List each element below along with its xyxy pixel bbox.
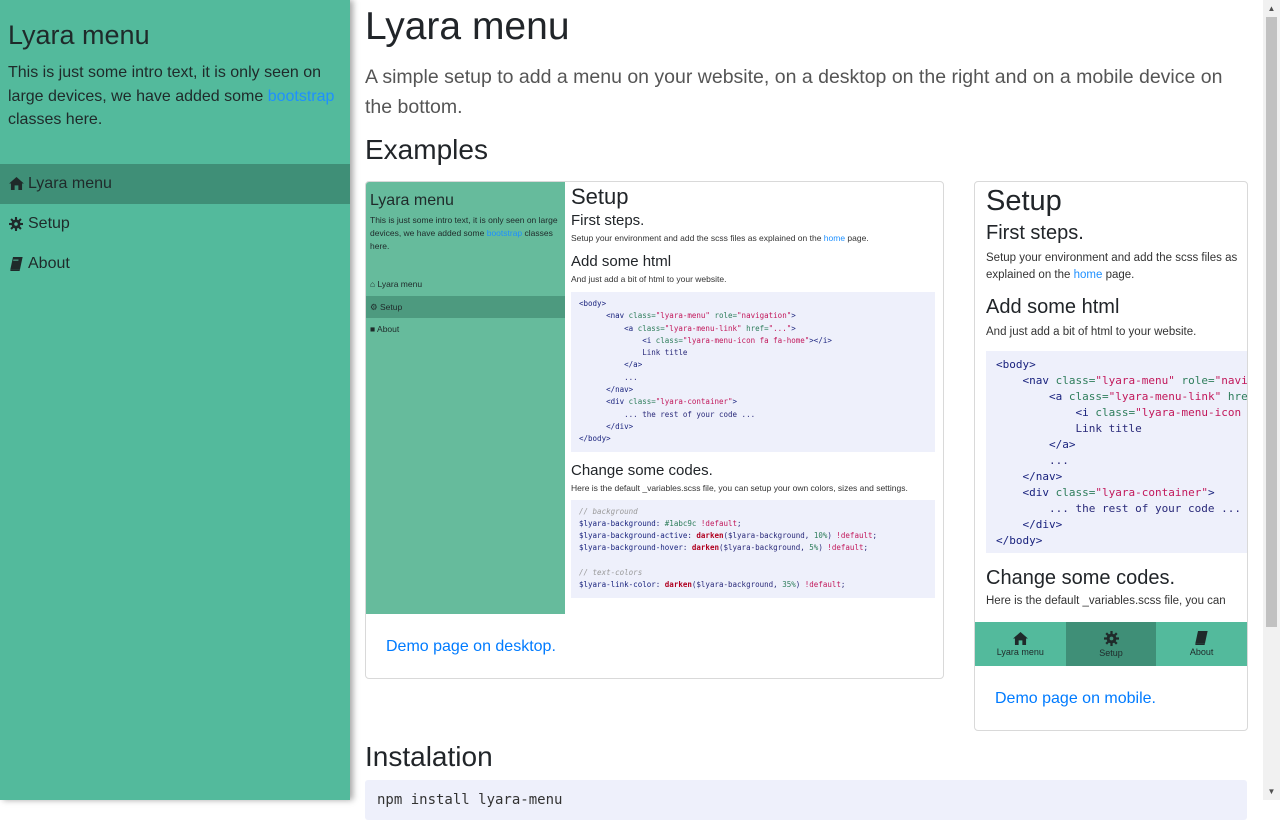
install-command: npm install lyara-menu: [377, 792, 563, 808]
main-content: Lyara menu A simple setup to add a menu …: [365, 0, 1250, 122]
mobile-demo-card: Setup First steps. Setup your environmen…: [974, 181, 1248, 731]
desktop-preview-main: Setup First steps. Setup your environmen…: [565, 182, 943, 614]
mobile-preview-change-codes-text: Here is the default _variables.scss file…: [986, 595, 1226, 607]
sidebar-item-lyara-menu[interactable]: Lyara menu: [0, 163, 350, 204]
desktop-preview-side-intro: This is just some intro text, it is only…: [366, 210, 565, 253]
desktop-preview-code-html: <body> <nav class="lyara-menu" role="nav…: [571, 292, 935, 452]
sidebar: Lyara menu This is just some intro text,…: [0, 0, 350, 800]
desktop-preview-change-codes-text: Here is the default _variables.scss file…: [571, 482, 908, 493]
book-icon: [8, 256, 24, 271]
desktop-preview-text-end: page.: [845, 233, 869, 243]
desktop-preview-nav: ⌂ Lyara menu ⚙ Setup ■ About: [366, 273, 565, 341]
bootstrap-link[interactable]: bootstrap: [268, 88, 335, 105]
desktop-preview-code-scss: // background $lyara-background: #1abc9c…: [571, 499, 935, 598]
mobile-preview-code-html: <body> <nav class="lyara-menu" role="nav…: [986, 351, 1247, 553]
demo-mobile-link[interactable]: Demo page on mobile.: [995, 690, 1156, 708]
sidebar-item-label: Lyara menu: [28, 174, 112, 192]
desktop-preview-side-title: Lyara menu: [370, 192, 454, 209]
mobile-preview-bar-label: Setup: [1099, 647, 1123, 658]
sidebar-intro-text-end: classes here.: [8, 111, 103, 128]
mobile-preview-first-steps: First steps.: [986, 222, 1084, 244]
mobile-preview-change-codes: Change some codes.: [986, 567, 1176, 589]
mobile-preview-bar-label: About: [1189, 647, 1214, 657]
mobile-preview-bottom-bar: Lyara menu Setup About: [975, 622, 1247, 666]
desktop-preview-nav-label: About: [377, 324, 400, 334]
desktop-preview-change-codes: Change some codes.: [571, 461, 713, 479]
desktop-preview-heading: Setup: [571, 184, 629, 209]
desktop-demo-card: Lyara menu This is just some intro text,…: [365, 181, 944, 679]
installation-title: Instalation: [365, 741, 493, 772]
gear-icon: [8, 216, 24, 231]
desktop-preview-nav-item: ⚙ Setup: [366, 295, 565, 318]
mobile-preview-bar-item: About: [1156, 622, 1247, 666]
sidebar-nav: Lyara menu Setup About: [0, 163, 350, 284]
demo-desktop-link[interactable]: Demo page on desktop.: [386, 638, 556, 656]
desktop-preview-text: Setup your environment and add the scss …: [571, 233, 824, 243]
desktop-preview-home-link: home: [823, 233, 846, 243]
desktop-preview-add-html: Add some html: [571, 253, 672, 270]
desktop-preview-add-html-text: And just add a bit of html to your websi…: [571, 274, 727, 284]
examples-title: Examples: [365, 134, 488, 165]
gear-icon: [1103, 630, 1119, 648]
mobile-preview-add-html-text: And just add a bit of html to your websi…: [986, 326, 1197, 338]
scrollbar-thumb[interactable]: [1266, 17, 1277, 627]
mobile-preview-first-steps-text: Setup your environment and add the scss …: [986, 250, 1247, 284]
desktop-preview-nav-item: ⌂ Lyara menu: [370, 279, 423, 289]
home-icon: [8, 177, 24, 190]
mobile-preview-bar-item: Lyara menu: [975, 622, 1066, 666]
home-icon: [1012, 631, 1028, 647]
mobile-preview-bar-label: Lyara menu: [996, 646, 1044, 657]
desktop-preview-first-steps: First steps.: [571, 212, 645, 229]
book-icon: [1195, 631, 1208, 647]
sidebar-item-setup[interactable]: Setup: [0, 204, 350, 244]
mobile-preview-heading: Setup: [986, 185, 1062, 217]
desktop-preview-bootstrap-link: bootstrap: [486, 228, 523, 238]
sidebar-item-label: About: [28, 254, 70, 272]
desktop-screenshot: Lyara menu This is just some intro text,…: [366, 182, 943, 614]
mobile-preview-add-html: Add some html: [986, 296, 1120, 318]
mobile-preview-main: Setup First steps. Setup your environmen…: [975, 182, 1247, 622]
mobile-screenshot: Setup First steps. Setup your environmen…: [975, 182, 1247, 666]
desktop-preview-nav-label: Lyara menu: [377, 279, 423, 289]
scroll-down-icon[interactable]: ▼: [1263, 783, 1280, 800]
page-lead: A simple setup to add a menu on your web…: [365, 66, 1223, 118]
install-code-block: npm install lyara-menu: [365, 780, 1247, 820]
desktop-preview-nav-item: ■ About: [370, 324, 400, 334]
desktop-preview-first-steps-text: Setup your environment and add the scss …: [571, 233, 943, 243]
sidebar-item-label: Setup: [28, 214, 70, 232]
mobile-preview-home-link: home: [1073, 269, 1103, 281]
sidebar-intro: This is just some intro text, it is only…: [8, 61, 342, 132]
desktop-preview-sidebar: Lyara menu This is just some intro text,…: [366, 182, 565, 614]
sidebar-item-about[interactable]: About: [0, 244, 350, 284]
desktop-preview-nav-label: Setup: [379, 301, 403, 312]
mobile-preview-text-end: page.: [1102, 269, 1135, 281]
mobile-preview-bar-item: Setup: [1065, 622, 1157, 666]
sidebar-title: Lyara menu: [8, 20, 150, 50]
page-scrollbar[interactable]: ▲ ▼: [1263, 0, 1280, 800]
scroll-up-icon[interactable]: ▲: [1263, 0, 1280, 17]
page-title: Lyara menu: [365, 5, 570, 48]
